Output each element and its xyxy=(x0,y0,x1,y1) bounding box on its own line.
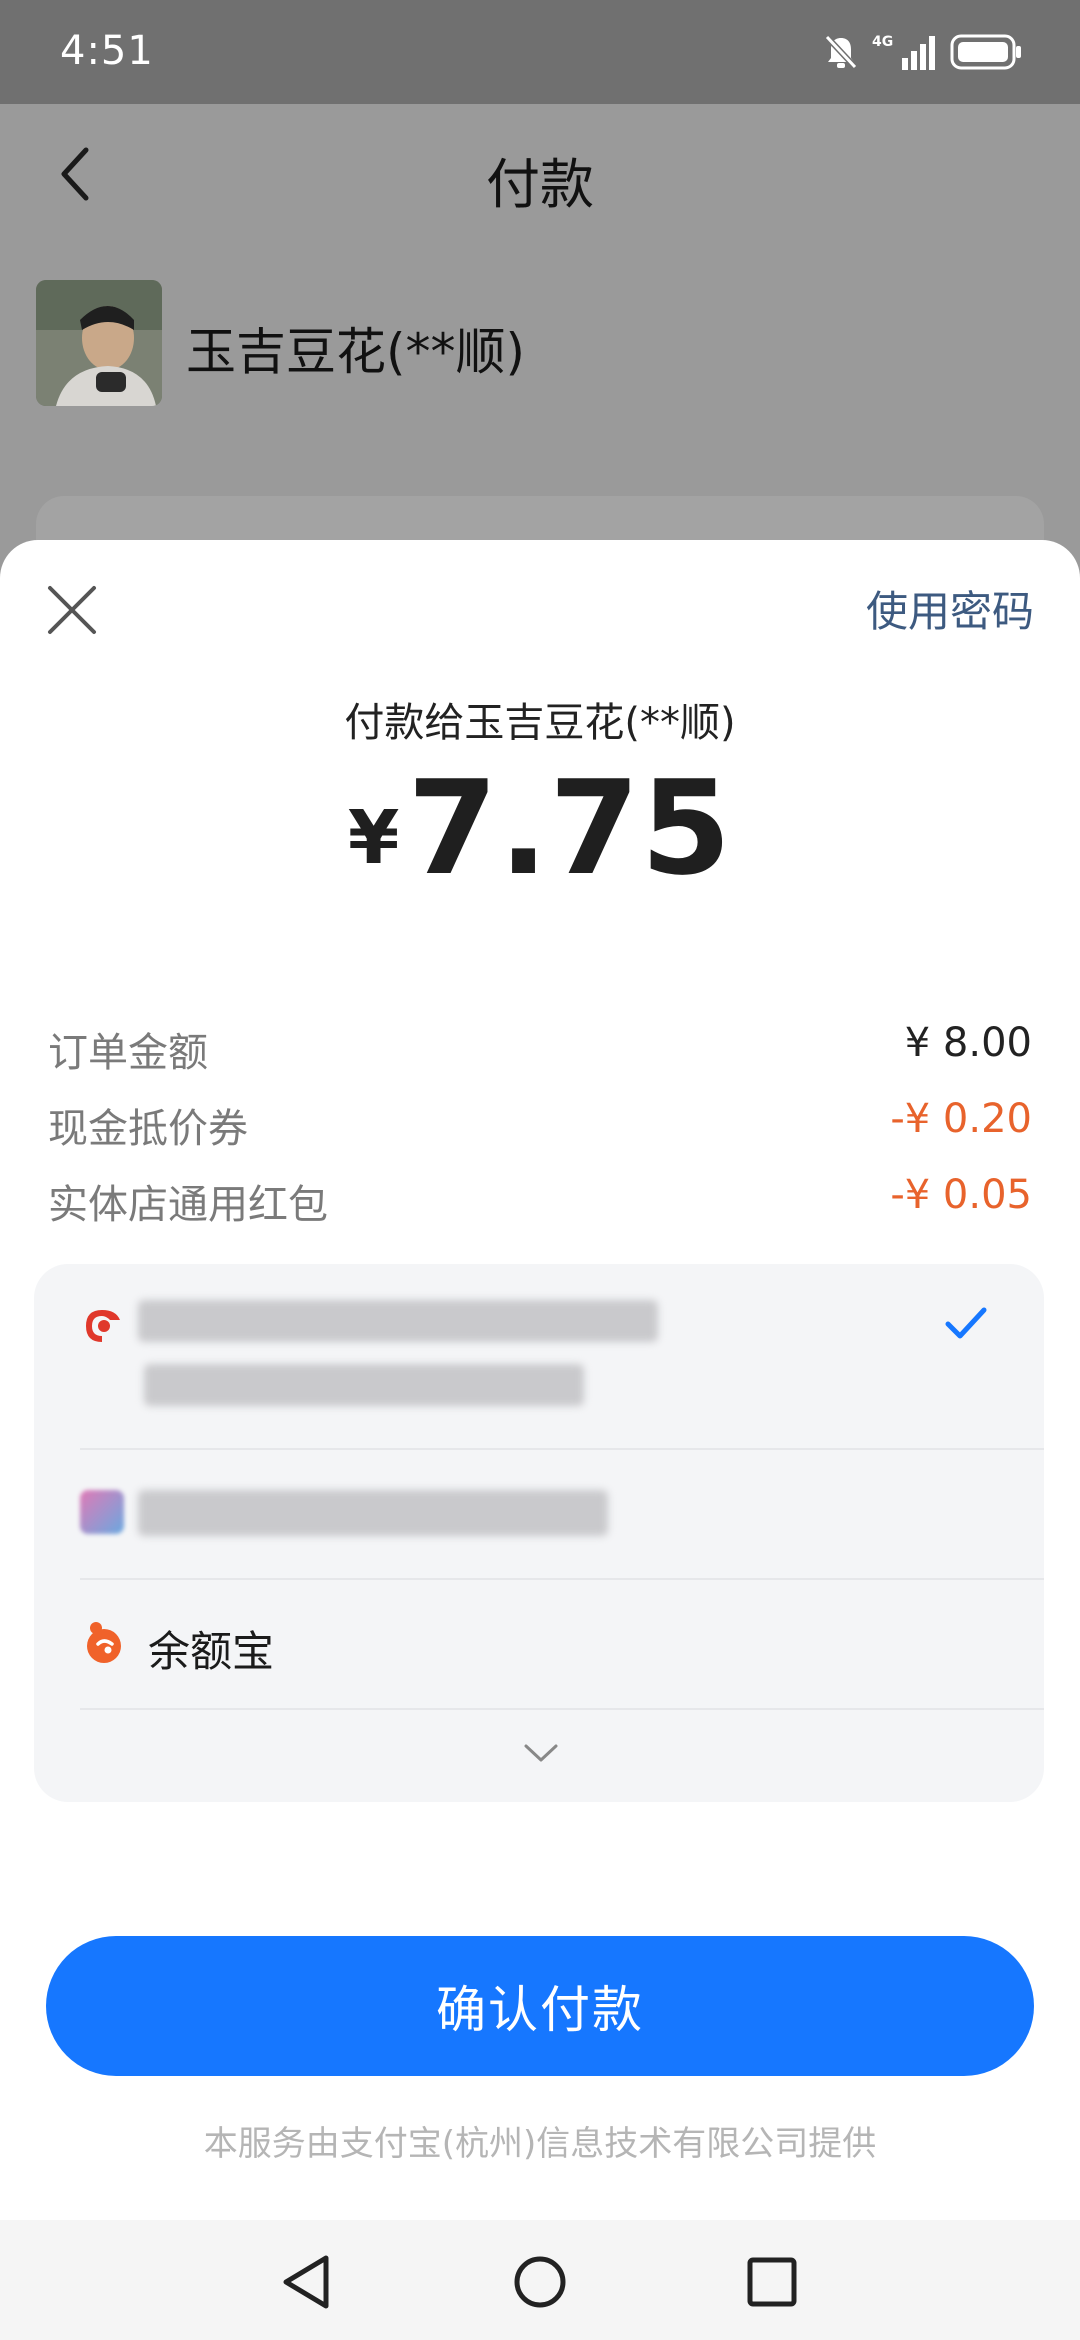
signal-icon: 4G xyxy=(872,34,935,70)
page-title: 付款 xyxy=(486,153,594,216)
status-icons: 4G xyxy=(824,30,1024,74)
network-type: 4G xyxy=(872,34,893,50)
fee-row-coupon: 现金抵价券 -¥ 0.20 xyxy=(48,1096,1032,1156)
page-header: 付款 xyxy=(0,104,1080,244)
merchant-avatar xyxy=(36,280,162,406)
pay-to-label: 付款给玉吉豆花(**顺) xyxy=(344,700,736,746)
currency-symbol: ¥ xyxy=(347,795,400,881)
bank-card-icon xyxy=(86,1310,120,1342)
fee-label: 订单金额 xyxy=(48,1030,208,1076)
fee-value: -¥ 0.05 xyxy=(890,1172,1032,1218)
chevron-down-icon[interactable] xyxy=(523,1742,559,1766)
amount-value: 7.75 xyxy=(407,752,733,904)
yuebao-icon xyxy=(87,1622,121,1663)
fee-row-red-packet: 实体店通用红包 -¥ 0.05 xyxy=(48,1172,1032,1232)
payment-method-2[interactable] xyxy=(34,1450,1044,1578)
confirm-payment-button[interactable]: 确认付款 xyxy=(46,1936,1034,2076)
fee-label: 实体店通用红包 xyxy=(48,1182,328,1228)
payment-methods-card: 余额宝 xyxy=(34,1264,1044,1802)
nav-recents-icon[interactable] xyxy=(740,2250,804,2314)
method-label: 余额宝 xyxy=(148,1627,275,1676)
fee-value: ¥ 8.00 xyxy=(904,1020,1032,1066)
divider xyxy=(80,1708,1044,1710)
battery-icon xyxy=(950,34,1021,70)
fee-label: 现金抵价券 xyxy=(48,1106,248,1152)
payment-method-1[interactable] xyxy=(34,1264,1044,1448)
nav-back-icon[interactable] xyxy=(276,2250,340,2314)
navigation-bar xyxy=(0,2220,1080,2340)
nav-home-icon[interactable] xyxy=(508,2250,572,2314)
payment-sheet: 使用密码 付款给玉吉豆花(**顺) ¥7.75 订单金额 ¥ 8.00 现金抵价… xyxy=(0,540,1080,2340)
fee-row-order: 订单金额 ¥ 8.00 xyxy=(48,1020,1032,1080)
use-password-link[interactable]: 使用密码 xyxy=(866,578,1034,639)
provider-note: 本服务由支付宝(杭州)信息技术有限公司提供 xyxy=(203,2124,877,2164)
merchant-name: 玉吉豆花(**顺) xyxy=(186,323,526,381)
status-time: 4:51 xyxy=(60,28,154,74)
card-icon xyxy=(80,1490,124,1534)
status-bar: 4:51 4G xyxy=(0,0,1080,104)
bell-muted-icon xyxy=(824,34,858,70)
check-icon xyxy=(945,1307,987,1339)
payment-amount: ¥7.75 xyxy=(0,752,1080,904)
fee-value: -¥ 0.20 xyxy=(890,1096,1032,1142)
close-icon[interactable] xyxy=(42,580,102,640)
payment-method-yuebao[interactable]: 余额宝 xyxy=(34,1580,1044,1708)
